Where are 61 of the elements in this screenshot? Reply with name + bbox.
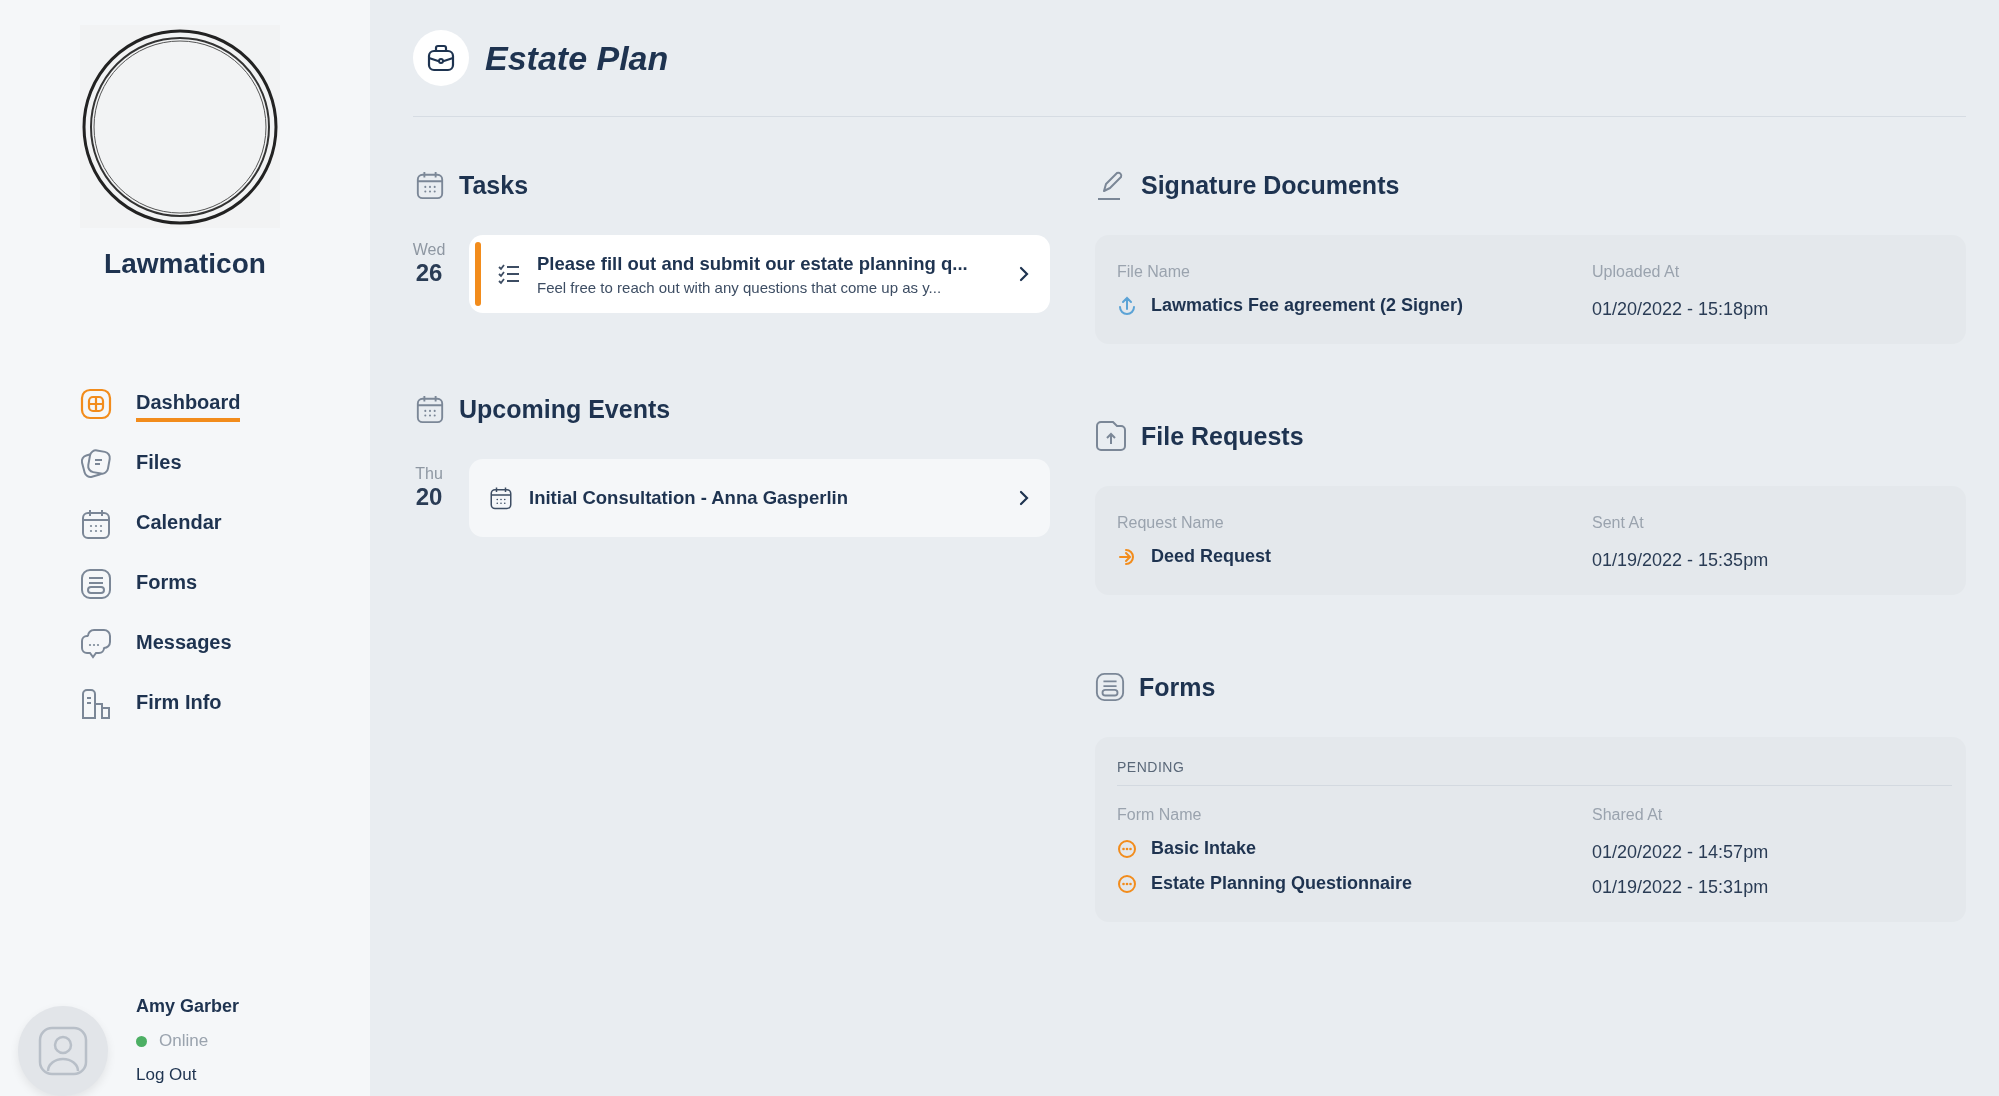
group-label: PENDING (1117, 759, 1952, 786)
checklist-icon (497, 262, 521, 286)
column-header: Request Name (1117, 513, 1225, 532)
calendar-icon (415, 394, 445, 424)
card-subtitle: Feel free to reach out with any questions that come up as y... (537, 278, 943, 296)
timestamp: 01/19/2022 - 15:31pm (1592, 877, 1770, 898)
nav-item[interactable]: Messages (80, 626, 370, 662)
page-title: Estate Plan (485, 38, 669, 78)
column-header: Shared At (1592, 805, 1664, 824)
timestamp: 01/20/2022 - 14:57pm (1592, 842, 1770, 863)
upload-icon (1117, 295, 1137, 316)
event-card[interactable]: Initial Consultation - Anna Gasperlin (469, 459, 1050, 537)
calendar-icon (415, 170, 445, 200)
calendar-icon (80, 508, 112, 540)
column-header: Form Name (1117, 805, 1203, 824)
timestamp: 01/20/2022 - 15:18pm (1592, 299, 1770, 320)
card-title: Please fill out and submit our estate planning q... (537, 252, 969, 275)
user-name: Amy Garber (136, 996, 240, 1017)
calendar-icon (489, 486, 513, 510)
timestamp: 01/19/2022 - 15:35pm (1592, 550, 1770, 571)
briefcase-icon (426, 43, 456, 73)
item-name[interactable]: Lawmatics Fee agreement (2 Signer) (1151, 295, 1464, 316)
nav-item[interactable]: Firm Info (80, 686, 370, 722)
weekday: Wed (412, 241, 446, 259)
day-number: 20 (415, 483, 443, 511)
files-icon (80, 448, 112, 480)
section-title: Forms (1139, 672, 1216, 702)
chevron-right-icon (1018, 265, 1030, 283)
arrow-in-icon (1117, 546, 1137, 567)
nav-item[interactable]: Dashboard (80, 386, 370, 422)
item-name[interactable]: Basic Intake (1151, 838, 1257, 859)
section-title: Upcoming Events (459, 394, 671, 424)
buildings-icon (80, 688, 112, 720)
day-number: 26 (415, 259, 443, 287)
item-name[interactable]: Estate Planning Questionnaire (1151, 873, 1413, 894)
section-title: Tasks (459, 170, 529, 200)
user-status: Online (159, 1031, 209, 1051)
form-icon (1095, 672, 1125, 702)
column-header: Sent At (1592, 513, 1645, 532)
form-icon (80, 568, 112, 600)
task-card[interactable]: Please fill out and submit our estate planning q... Feel free to reach out with any questions that come up as y... (469, 235, 1050, 313)
pending-icon (1117, 838, 1137, 859)
accent-bar (475, 242, 481, 306)
nav-item[interactable]: Calendar (80, 506, 370, 542)
firm-name: Lawmaticon (103, 248, 267, 280)
chevron-right-icon (1018, 489, 1030, 507)
column-header: Uploaded At (1592, 262, 1681, 281)
pending-icon (1117, 873, 1137, 894)
card-title: Initial Consultation - Anna Gasperlin (529, 487, 849, 509)
weekday: Thu (415, 465, 443, 483)
dashboard-icon (80, 388, 112, 420)
file-upload-icon (1095, 420, 1127, 452)
nav-item[interactable]: Forms (80, 566, 370, 602)
chat-bubbles-icon (80, 628, 112, 660)
item-name[interactable]: Deed Request (1151, 546, 1272, 567)
nav-item[interactable]: Files (80, 446, 370, 482)
section-title: Signature Documents (1141, 170, 1400, 200)
column-header: File Name (1117, 262, 1191, 281)
section-title: File Requests (1141, 421, 1304, 451)
logout-link[interactable]: Log Out (136, 1065, 240, 1085)
user-silhouette-icon (37, 1025, 89, 1077)
